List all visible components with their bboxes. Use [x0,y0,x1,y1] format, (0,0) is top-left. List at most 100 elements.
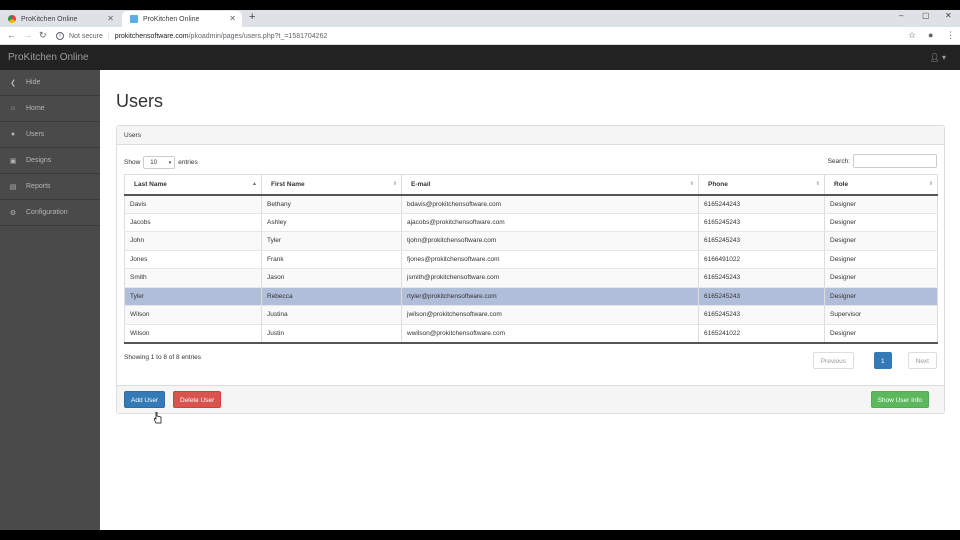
next-page-button[interactable]: Next [907,352,937,369]
search-label: Search: [827,157,850,165]
cell-last-name: Smith [124,268,262,288]
reload-icon[interactable]: ↻ [39,30,47,41]
profile-icon[interactable]: ● [928,30,933,40]
app-navbar: ProKitchen Online 👤︎ ▾ [0,45,960,70]
search-input[interactable] [853,154,937,168]
cell-first-name: Ashley [261,213,402,232]
sidebar-item-reports[interactable]: ▤ Reports [0,174,100,200]
sidebar-item-label: Hide [26,79,41,86]
users-table: Last Name ▲ First Name ⬍ E-mail ⬍ Phone ⬍ Ro… [124,174,938,344]
gear-icon: ⚙ [9,209,17,217]
page-1-button[interactable]: 1 [874,352,892,369]
cell-role: Designer [824,194,938,214]
report-icon: ▤ [9,183,17,191]
new-tab-button[interactable]: + [249,11,255,23]
cell-email: rtyler@prokitchensoftware.com [401,287,699,306]
chevron-left-icon: ❮ [10,79,16,87]
column-header-role[interactable]: Role ⬍ [824,174,938,196]
app-brand[interactable]: ProKitchen Online [8,52,89,63]
show-user-info-button[interactable]: Show User Info [870,391,929,408]
cell-phone: 6165245243 [698,287,825,306]
sidebar-item-users[interactable]: ● Users [0,122,100,148]
cell-last-name: Jacobs [124,213,262,232]
table-row[interactable]: Smith Jason jsmith@prokitchensoftware.co… [124,268,938,288]
cell-last-name: Jones [124,250,262,269]
length-suffix: entries [178,159,198,166]
browser-window: ProKitchen Online ✕ ProKitchen Online ✕ … [0,10,960,530]
length-prefix: Show [124,159,141,166]
restore-button[interactable]: ▢ [922,11,930,20]
user-menu-dropdown[interactable]: 👤︎ ▾ [930,53,946,62]
previous-page-button[interactable]: Previous [812,352,854,369]
cell-role: Designer [824,213,938,232]
pagination: Previous 1 Next [812,352,937,369]
url-separator: | [107,32,110,40]
table-row[interactable]: Davis Bethany bdavis@prokitchensoftware.… [124,194,938,214]
sidebar-item-hide[interactable]: ❮ Hide [0,70,100,96]
close-tab-icon[interactable]: ✕ [229,14,236,23]
forward-arrow-icon[interactable]: → [23,30,32,40]
url-field[interactable]: i Not secure | prokitchensoftware.com /p… [56,29,896,43]
url-path: /pkoadmin/pages/users.php?t_=1581704262 [188,32,328,40]
cell-first-name: Justin [261,324,402,344]
browser-tab-2[interactable]: ProKitchen Online ✕ [122,11,242,27]
back-arrow-icon[interactable]: ← [7,30,16,40]
sort-icon: ⬍ [815,181,820,187]
cell-phone: 6166491022 [698,250,825,269]
table-row[interactable]: Jones Frank fjones@prokitchensoftware.co… [124,250,938,269]
table-row[interactable]: Wilson Justina jwilson@prokitchensoftwar… [124,305,938,325]
address-bar: ← → ↻ i Not secure | prokitchensoftware.… [0,27,960,45]
column-header-first-name[interactable]: First Name ⬍ [261,174,402,196]
chevron-down-icon: ▾ [168,160,172,166]
table-info: Showing 1 to 8 of 8 entries [124,354,201,361]
cell-phone: 6165245243 [698,305,825,325]
table-row-selected[interactable]: Tyler Rebecca rtyler@prokitchensoftware.… [124,287,938,306]
sort-icon: ⬍ [689,181,694,187]
cell-email: wwilson@prokitchensoftware.com [401,324,699,344]
entries-select-value: 10 [150,160,157,166]
cell-role: Designer [824,250,938,269]
table-row[interactable]: Wilson Justin wwilson@prokitchensoftware… [124,324,938,344]
sidebar-item-configuration[interactable]: ⚙ Configuration [0,200,100,226]
cell-first-name: Tyler [261,231,402,251]
browser-menu-icon[interactable]: ⋮ [946,30,955,41]
add-user-button[interactable]: Add User [124,391,166,408]
user-icon: ● [10,131,16,138]
sort-icon: ⬍ [392,181,397,187]
user-icon: 👤︎ [929,53,940,62]
close-window-button[interactable]: ✕ [945,11,952,20]
cell-phone: 6165245243 [698,231,825,251]
column-header-last-name[interactable]: Last Name ▲ [124,174,262,196]
sidebar-item-label: Users [26,131,45,138]
cell-first-name: Jason [261,268,402,288]
mouse-pointer-icon [154,412,162,424]
cell-last-name: Davis [124,194,262,214]
minimize-button[interactable]: – [899,11,903,20]
column-header-phone[interactable]: Phone ⬍ [698,174,825,196]
sidebar-item-label: Configuration [26,209,68,216]
cell-phone: 6165245243 [698,213,825,232]
table-row[interactable]: John Tyler tjohn@prokitchensoftware.com … [124,231,938,251]
close-tab-icon[interactable]: ✕ [107,14,114,23]
info-icon[interactable]: i [56,32,64,40]
entries-select[interactable]: 10 ▾ [143,156,176,169]
home-icon: ⌂ [10,105,16,112]
sidebar-item-designs[interactable]: ▣ Designs [0,148,100,174]
sidebar-item-home[interactable]: ⌂ Home [0,96,100,122]
cell-role: Designer [824,268,938,288]
sidebar-item-label: Reports [26,183,51,190]
column-header-label: Role [834,180,849,188]
table-header-row: Last Name ▲ First Name ⬍ E-mail ⬍ Phone ⬍ Ro… [124,174,938,196]
sort-asc-icon: ▲ [252,181,257,187]
cell-first-name: Frank [261,250,402,269]
delete-user-button[interactable]: Delete User [173,391,222,408]
sort-icon: ⬍ [928,181,933,187]
cell-role: Designer [824,287,938,306]
sidebar-item-label: Designs [26,157,52,164]
table-row[interactable]: Jacobs Ashley ajacobs@prokitchensoftware… [124,213,938,232]
cell-email: ajacobs@prokitchensoftware.com [401,213,699,232]
browser-tab-1[interactable]: ProKitchen Online ✕ [0,11,120,27]
column-header-email[interactable]: E-mail ⬍ [401,174,699,196]
cell-email: fjones@prokitchensoftware.com [401,250,699,269]
bookmark-star-icon[interactable]: ☆ [908,30,916,41]
